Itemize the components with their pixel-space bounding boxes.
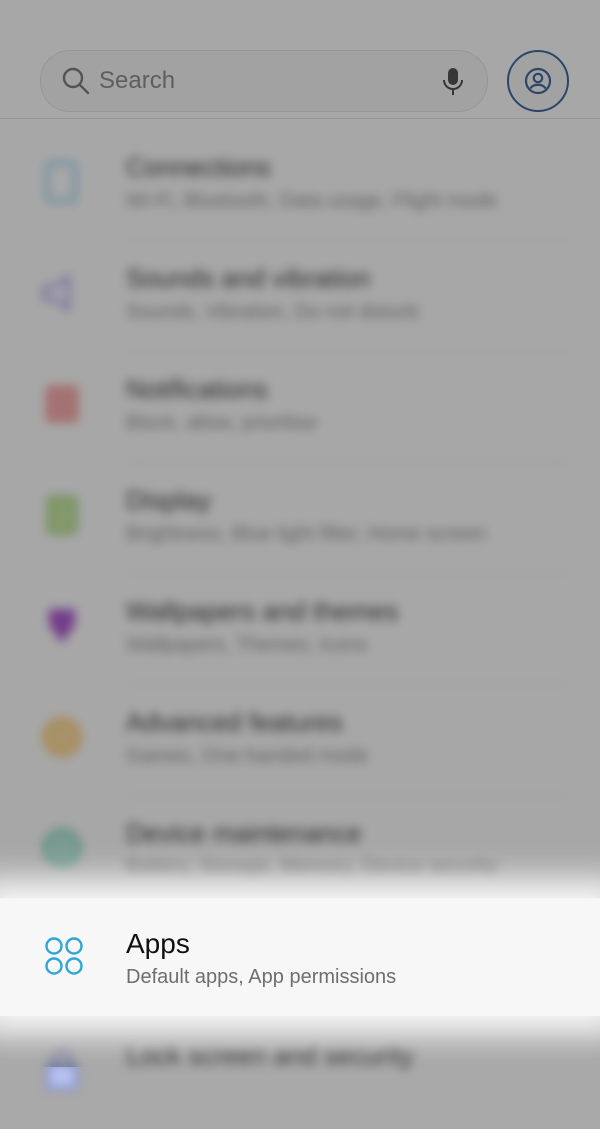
top-bar: Search	[0, 0, 600, 118]
item-subtitle: Wi-Fi, Bluetooth, Data usage, Flight mod…	[126, 190, 498, 212]
item-title: Notifications	[126, 374, 268, 404]
search-icon	[62, 67, 90, 95]
advanced-features-icon	[40, 715, 84, 759]
top-divider	[0, 118, 600, 119]
search-placeholder: Search	[99, 67, 176, 94]
item-title: Device maintenance	[126, 818, 362, 848]
search-bar[interactable]: Search	[40, 50, 488, 112]
item-subtitle: Wallpapers, Themes, Icons	[126, 634, 368, 656]
apps-icon	[45, 937, 83, 975]
item-subtitle: Games, One-handed mode	[126, 745, 369, 767]
settings-item-display[interactable]: Display Brightness, Blue light filter, H…	[0, 463, 600, 574]
settings-item-wallpapers[interactable]: Wallpapers and themes Wallpapers, Themes…	[0, 574, 600, 685]
item-subtitle: Sounds, Vibration, Do not disturb	[126, 301, 420, 323]
item-title: Connections	[126, 152, 271, 182]
item-subtitle: Brightness, Blue light filter, Home scre…	[126, 523, 487, 545]
item-title: Apps	[126, 928, 190, 959]
item-subtitle: Battery, Storage, Memory, Device securit…	[126, 856, 498, 878]
device-maintenance-icon	[40, 826, 84, 870]
lock-icon	[40, 1048, 84, 1092]
microphone-icon[interactable]	[437, 65, 469, 97]
notifications-icon	[40, 382, 84, 426]
item-title: Sounds and vibration	[126, 263, 371, 293]
settings-item-advanced-features[interactable]: Advanced features Games, One-handed mode	[0, 685, 600, 796]
settings-item-lock-screen[interactable]: Lock screen and security	[0, 1018, 600, 1129]
settings-item-device-maintenance[interactable]: Device maintenance Battery, Storage, Mem…	[0, 796, 600, 907]
settings-item-notifications[interactable]: Notifications Block, allow, prioritise	[0, 352, 600, 463]
item-subtitle: Block, allow, prioritise	[126, 412, 318, 434]
settings-item-apps[interactable]: Apps Default apps, App permissions	[0, 898, 600, 1016]
sound-icon	[40, 271, 84, 315]
item-title: Wallpapers and themes	[126, 596, 399, 626]
settings-item-connections[interactable]: Connections Wi-Fi, Bluetooth, Data usage…	[0, 130, 600, 241]
wallpapers-icon	[40, 604, 84, 648]
connections-icon	[40, 160, 84, 204]
profile-button[interactable]	[507, 50, 569, 112]
item-title: Advanced features	[126, 707, 343, 737]
account-icon	[524, 67, 552, 95]
item-subtitle: Default apps, App permissions	[126, 966, 397, 988]
settings-item-sounds[interactable]: Sounds and vibration Sounds, Vibration, …	[0, 241, 600, 352]
settings-screen: Search Connections Wi-Fi, Bluetooth, Dat…	[0, 0, 600, 1090]
display-icon	[40, 493, 84, 537]
item-title: Display	[126, 485, 212, 515]
item-title: Lock screen and security	[126, 1040, 414, 1070]
